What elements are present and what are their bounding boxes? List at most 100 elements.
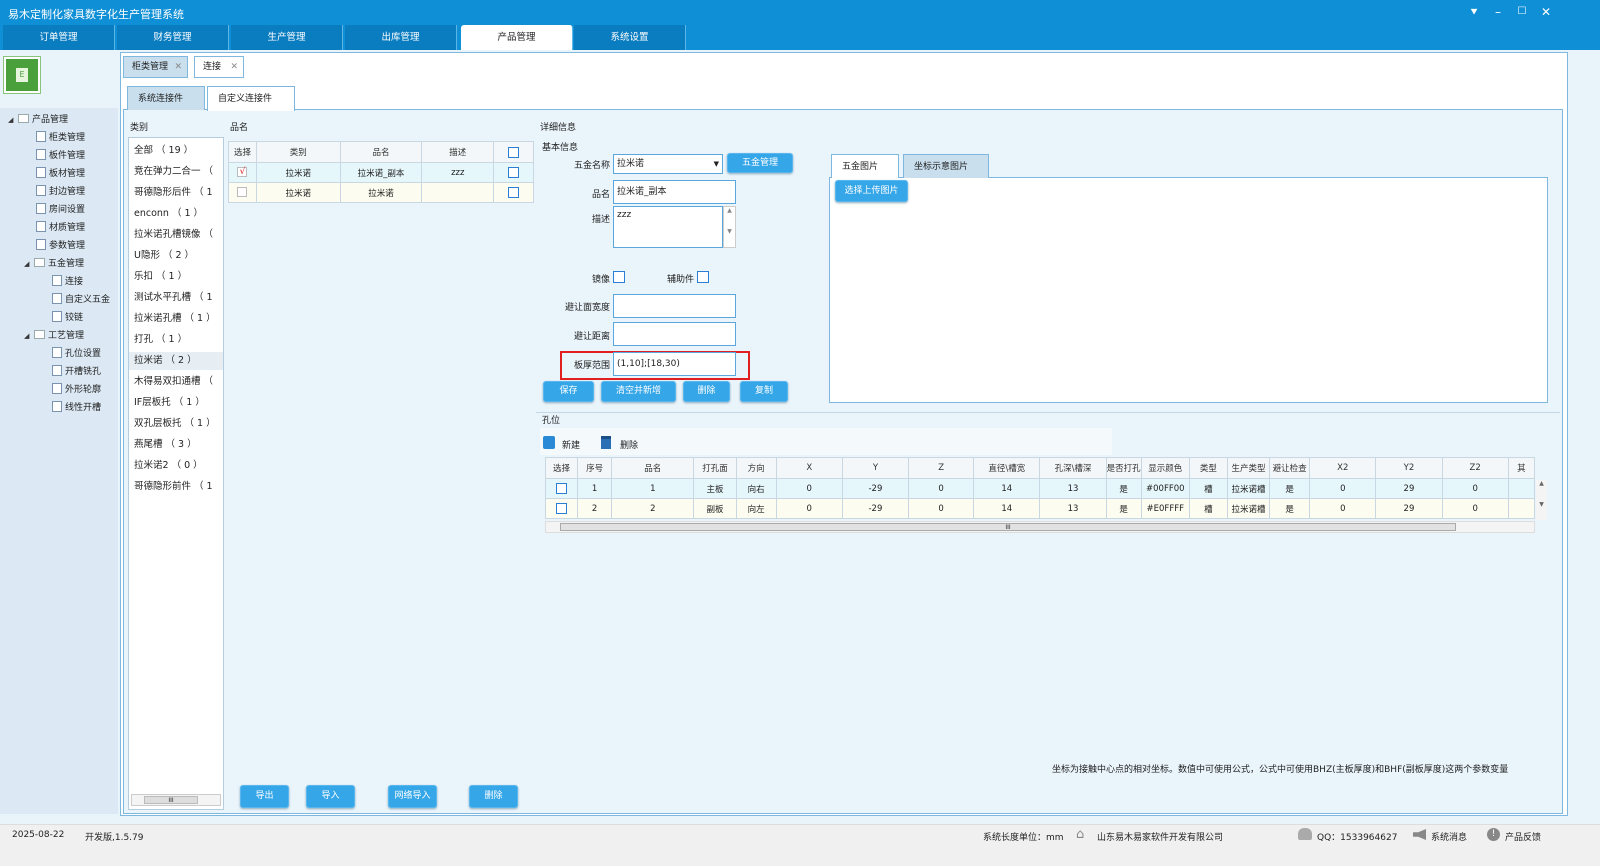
list-item[interactable]: 拉米诺孔槽镜像 （: [134, 226, 224, 244]
thickness-input[interactable]: (1,10];[18,30): [613, 352, 736, 376]
table-row[interactable]: 2 2 副板 向左 0 -29 0 14 13 是 #E0FFFF 槽 拉米诺槽…: [544, 498, 1536, 519]
import-button[interactable]: 导入: [306, 785, 355, 808]
list-item[interactable]: 木得易双扣通槽 （: [134, 373, 224, 391]
dropdown-arrow-icon[interactable]: ▼: [714, 155, 719, 173]
doc-tab-connect[interactable]: 连接 ✕: [194, 56, 244, 78]
tree-item[interactable]: 封边管理: [36, 184, 85, 201]
hw-name-select[interactable]: 拉米诺 ▼: [613, 154, 723, 174]
row-checkbox[interactable]: [508, 167, 520, 178]
trash-icon[interactable]: [601, 436, 611, 449]
status-qq[interactable]: QQ：1533964627: [1317, 830, 1397, 843]
list-item[interactable]: 哥德隐形前件 （ 1: [134, 478, 224, 496]
list-item[interactable]: 乐扣 （ 1 ）: [134, 268, 224, 286]
tree-item[interactable]: 柜类管理: [36, 130, 85, 147]
clear-add-button[interactable]: 清空并新增: [601, 381, 676, 402]
list-item[interactable]: 拉米诺2 （ 0 ）: [134, 457, 224, 475]
status-feedback[interactable]: 产品反馈: [1505, 830, 1541, 843]
row-check-cell[interactable]: [544, 478, 579, 499]
horizontal-scrollbar[interactable]: III: [131, 794, 221, 806]
tree-item[interactable]: 房间设置: [36, 202, 85, 219]
tab-product[interactable]: 产品管理: [461, 25, 573, 50]
mirror-checkbox[interactable]: [613, 271, 625, 283]
close-icon[interactable]: ✕: [230, 57, 238, 77]
desc-textarea[interactable]: zzz: [613, 206, 723, 248]
list-item[interactable]: 拉米诺孔槽 （ 1 ）: [134, 310, 224, 328]
row-checkbox[interactable]: √: [237, 167, 248, 178]
menu-icon[interactable]: ⯆: [1464, 4, 1484, 20]
new-hole-button[interactable]: 新建: [562, 438, 580, 451]
name-input[interactable]: 拉米诺_副本: [613, 180, 736, 204]
desc-scrollbar[interactable]: ▲ ▼: [723, 206, 736, 248]
row-check-cell[interactable]: [228, 182, 257, 203]
select-all-checkbox[interactable]: [508, 146, 520, 158]
tree-item[interactable]: 材质管理: [36, 220, 85, 237]
tab-outbound[interactable]: 出库管理: [345, 25, 457, 50]
minimize-button[interactable]: –: [1488, 4, 1508, 20]
delete-button[interactable]: 删除: [683, 381, 730, 402]
list-item-selected[interactable]: 拉米诺 （ 2 ）: [129, 352, 223, 370]
list-item[interactable]: IF层板托 （ 1 ）: [134, 394, 224, 412]
table-row[interactable]: 拉米诺 拉米诺: [228, 182, 534, 203]
copy-button[interactable]: 复制: [740, 381, 788, 402]
tab-finance[interactable]: 财务管理: [117, 25, 229, 50]
row-check-cell[interactable]: √: [228, 162, 257, 183]
tree-craft[interactable]: ◢ 工艺管理: [24, 328, 84, 345]
tree-item[interactable]: 连接: [52, 274, 83, 291]
status-company[interactable]: 山东易木易家软件开发有限公司: [1097, 830, 1223, 843]
tree-item[interactable]: 自定义五金: [52, 292, 110, 309]
upload-image-button[interactable]: 选择上传图片: [835, 180, 908, 202]
delete-all-button[interactable]: 删除: [469, 785, 518, 808]
tree-item[interactable]: 板件管理: [36, 148, 85, 165]
list-item[interactable]: 哥德隐形后件 （ 1: [134, 184, 224, 202]
doc-tab-cabinet[interactable]: 柜类管理 ✕: [123, 56, 188, 78]
avoid-width-input[interactable]: [613, 294, 736, 318]
expand-icon[interactable]: ◢: [24, 328, 34, 345]
table-row[interactable]: √ 拉米诺 拉米诺_副本 zzz: [228, 162, 534, 183]
tree-item[interactable]: 参数管理: [36, 238, 85, 255]
save-button[interactable]: 保存: [543, 381, 594, 402]
new-icon[interactable]: [543, 436, 555, 449]
list-item[interactable]: 双孔层板托 （ 1 ）: [134, 415, 224, 433]
scroll-thumb[interactable]: III: [560, 523, 1456, 531]
row-checkbox[interactable]: [556, 503, 568, 514]
network-import-button[interactable]: 网络导入: [388, 785, 437, 808]
maximize-button[interactable]: ☐: [1512, 4, 1532, 20]
list-item[interactable]: 测试水平孔槽 （ 1: [134, 289, 224, 307]
close-button[interactable]: ✕: [1536, 4, 1556, 20]
tab-coord-image[interactable]: 坐标示意图片: [903, 154, 989, 178]
list-item[interactable]: 燕尾槽 （ 3 ）: [134, 436, 224, 454]
tab-order[interactable]: 订单管理: [3, 25, 115, 50]
table-row[interactable]: 1 1 主板 向右 0 -29 0 14 13 是 #00FF00 槽 拉米诺槽…: [544, 478, 1536, 499]
avoid-dist-input[interactable]: [613, 322, 736, 346]
tab-system-connector[interactable]: 系统连接件: [127, 86, 205, 110]
expand-icon[interactable]: ◢: [8, 112, 18, 129]
tree-hardware[interactable]: ◢ 五金管理: [24, 256, 84, 273]
tree-item[interactable]: 孔位设置: [52, 346, 101, 363]
list-item[interactable]: enconn （ 1 ）: [134, 205, 224, 223]
list-item[interactable]: 打孔 （ 1 ）: [134, 331, 224, 349]
row-checkbox[interactable]: [237, 187, 248, 198]
export-button[interactable]: 导出: [240, 785, 289, 808]
aux-checkbox[interactable]: [697, 271, 709, 283]
expand-icon[interactable]: ◢: [24, 256, 34, 273]
close-icon[interactable]: ✕: [174, 57, 182, 77]
hw-manage-button[interactable]: 五金管理: [727, 153, 793, 173]
tree-item[interactable]: 外形轮廓: [52, 382, 101, 399]
scroll-thumb[interactable]: III: [144, 796, 198, 804]
tree-item[interactable]: 线性开槽: [52, 400, 101, 417]
row-check-cell[interactable]: [544, 498, 579, 519]
tab-settings[interactable]: 系统设置: [574, 25, 686, 50]
tree-item[interactable]: 铰链: [52, 310, 83, 327]
list-item[interactable]: U隐形 （ 2 ）: [134, 247, 224, 265]
list-item[interactable]: 竞在弹力二合一 （: [134, 163, 224, 181]
tab-production[interactable]: 生产管理: [231, 25, 343, 50]
status-message[interactable]: 系统消息: [1431, 830, 1467, 843]
list-item[interactable]: 全部 （ 19 ）: [134, 142, 224, 160]
vertical-scrollbar[interactable]: ▲ ▼: [1536, 480, 1547, 520]
delete-hole-button[interactable]: 删除: [620, 438, 638, 451]
tab-hw-image[interactable]: 五金图片: [831, 154, 899, 178]
tab-custom-connector[interactable]: 自定义连接件: [207, 86, 295, 111]
hole-horizontal-scrollbar[interactable]: III: [545, 521, 1535, 533]
row-checkbox[interactable]: [508, 187, 520, 198]
tree-item[interactable]: 板材管理: [36, 166, 85, 183]
